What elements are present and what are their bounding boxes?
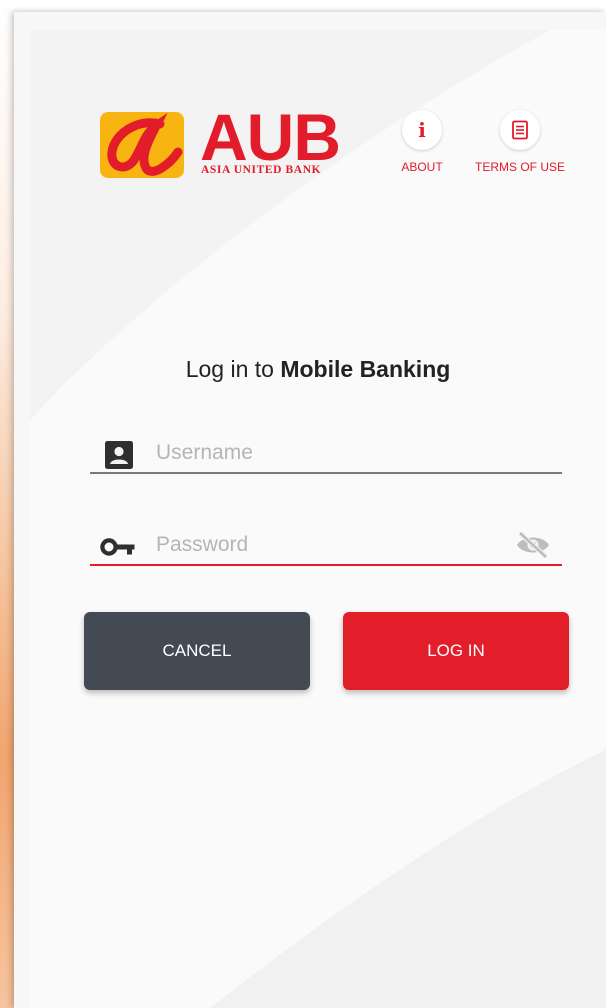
- login-button[interactable]: LOG IN: [343, 612, 569, 690]
- account-box-icon: [105, 441, 133, 469]
- logo-subtitle: ASIA UNITED BANK: [201, 164, 322, 176]
- username-input[interactable]: [154, 434, 498, 472]
- cancel-button[interactable]: CANCEL: [84, 612, 310, 690]
- document-icon: [512, 120, 528, 140]
- terms-label: TERMS OF USE: [474, 160, 565, 174]
- password-underline: [90, 564, 562, 566]
- eye-off-icon[interactable]: [514, 530, 552, 560]
- page-title: Log in to Mobile Banking: [185, 356, 451, 382]
- about-button[interactable]: i ABOUT: [390, 110, 454, 174]
- about-label: ABOUT: [401, 160, 443, 174]
- logo-wordmark: AUB: [200, 100, 341, 174]
- username-field: [90, 430, 562, 474]
- username-underline: [90, 472, 562, 474]
- device-frame: AUB ASIA UNITED BANK i ABOUT TERMS OF US…: [14, 12, 606, 1008]
- aub-logo-mark: [100, 112, 184, 178]
- login-screen: AUB ASIA UNITED BANK i ABOUT TERMS OF US…: [30, 30, 606, 1008]
- terms-of-use-button[interactable]: TERMS OF USE: [468, 110, 572, 174]
- password-field: [90, 522, 562, 566]
- aub-logo: AUB ASIA UNITED BANK: [100, 104, 341, 182]
- password-input[interactable]: [154, 526, 498, 564]
- key-icon: [100, 538, 135, 556]
- info-icon: i: [418, 118, 426, 142]
